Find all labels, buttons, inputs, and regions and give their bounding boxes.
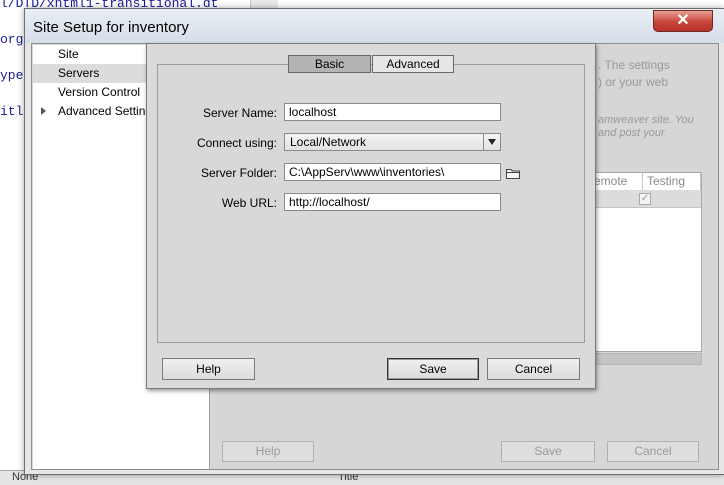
description-text: . The settings <box>598 58 670 72</box>
sidebar-item-label: Advanced Settings <box>58 104 159 118</box>
folder-icon[interactable] <box>506 168 520 179</box>
web-url-input[interactable] <box>284 193 501 211</box>
sidebar-item-label: Servers <box>58 66 100 80</box>
description-text: and post your <box>598 127 665 139</box>
close-icon[interactable]: ✕ <box>653 10 713 32</box>
tab-advanced[interactable]: Advanced <box>372 55 454 73</box>
table-toolbar <box>589 353 702 365</box>
connect-using-value: Local/Network <box>290 135 367 149</box>
description-text: amweaver site. You <box>598 114 694 126</box>
web-url-label: Web URL: <box>221 196 277 210</box>
code-line: org <box>0 32 24 47</box>
server-settings-dialog: Server Name: Connect using: Local/Networ… <box>146 43 596 389</box>
description-text: ) or your web <box>598 75 669 89</box>
cancel-button[interactable]: Cancel <box>487 358 580 380</box>
sidebar-item-label: Version Control <box>58 85 141 99</box>
save-button[interactable]: Save <box>387 358 479 380</box>
tab-basic[interactable]: Basic <box>288 55 371 73</box>
server-name-label: Server Name: <box>202 106 277 120</box>
server-folder-label: Server Folder: <box>200 166 277 180</box>
server-list-table: emote Testing ✓ <box>589 172 702 352</box>
sidebar-item-label: Site <box>58 47 79 61</box>
server-name-input[interactable] <box>284 103 501 121</box>
save-button-background[interactable]: Save <box>501 441 595 462</box>
window-title: Site Setup for inventory <box>33 19 189 36</box>
connect-using-select[interactable]: Local/Network <box>284 133 501 151</box>
chevron-down-icon[interactable] <box>483 134 500 150</box>
connect-using-label: Connect using: <box>196 136 277 150</box>
basic-settings-panel: Server Name: Connect using: Local/Networ… <box>157 64 585 343</box>
cancel-button-background[interactable]: Cancel <box>607 441 699 462</box>
help-button[interactable]: Help <box>162 358 255 380</box>
column-header-testing[interactable]: Testing <box>643 173 701 190</box>
code-line: itl <box>0 104 24 119</box>
column-header-remote[interactable]: emote <box>590 173 643 190</box>
server-folder-input[interactable] <box>284 163 501 181</box>
testing-checkbox[interactable]: ✓ <box>639 193 651 205</box>
table-row[interactable]: ✓ <box>590 190 701 208</box>
help-button-background[interactable]: Help <box>222 441 314 462</box>
expand-arrow-icon[interactable] <box>41 107 46 115</box>
code-line: ype <box>0 68 24 83</box>
title-bar: Site Setup for inventory ✕ <box>25 9 724 43</box>
